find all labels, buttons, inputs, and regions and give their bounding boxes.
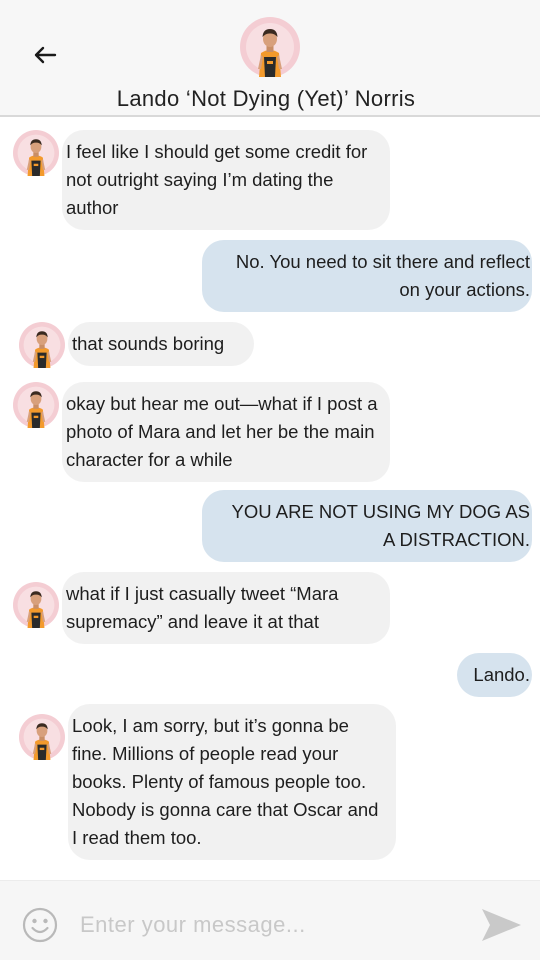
message-incoming: that sounds boring — [68, 322, 254, 366]
send-icon[interactable] — [478, 905, 524, 945]
contact-name: Lando ‘Not Dying (Yet)’ Norris — [116, 86, 416, 111]
message-outgoing: YOU ARE NOT USING MY DOG AS A DISTRACTIO… — [202, 490, 532, 562]
arrow-left-icon[interactable] — [30, 40, 60, 70]
message-incoming: I feel like I should get some credit for… — [62, 130, 390, 230]
message-composer — [0, 880, 540, 960]
avatar — [13, 582, 59, 628]
avatar — [13, 382, 59, 428]
message-input[interactable] — [80, 907, 460, 943]
chat-header: Lando ‘Not Dying (Yet)’ Norris — [0, 0, 540, 117]
avatar — [13, 130, 59, 176]
contact-avatar[interactable] — [240, 17, 300, 77]
message-outgoing: No. You need to sit there and reflect on… — [202, 240, 532, 312]
avatar — [19, 322, 65, 368]
message-incoming: what if I just casually tweet “Mara supr… — [62, 572, 390, 644]
message-outgoing: Lando. — [457, 653, 532, 697]
smiley-icon[interactable] — [22, 907, 58, 943]
avatar — [19, 714, 65, 760]
message-incoming: okay but hear me out—what if I post a ph… — [62, 382, 390, 482]
message-incoming: Look, I am sorry, but it’s gonna be fine… — [68, 704, 396, 860]
